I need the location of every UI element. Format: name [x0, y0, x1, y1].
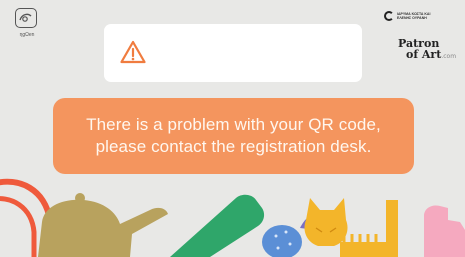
sponsor-top-line-2: ΕΛΕΝΗΣ ΟΥΡΑΝΗ: [397, 16, 427, 20]
warning-triangle-icon: [120, 40, 146, 64]
error-message-line-2: please contact the registration desk.: [95, 137, 372, 156]
olive-teapot-knob: [75, 193, 85, 203]
app-logo-caption: ηgΩen: [19, 32, 35, 38]
patron-logo-line-2-text: of Art: [406, 48, 442, 61]
qr-error-screen: ηgΩen There is a problem with your QR co…: [0, 0, 465, 257]
error-message-banner: There is a problem with your QR code, pl…: [53, 98, 414, 174]
patron-logo-domain: .com: [441, 53, 457, 60]
orange-arc-shape: [0, 196, 37, 257]
decorative-illustration: [0, 178, 465, 257]
sponsor-mark-icon: [384, 11, 394, 21]
error-message-line-1: There is a problem with your QR code,: [86, 115, 381, 134]
patron-logo-line-2: of Art.com: [398, 49, 460, 62]
sponsor-logo-top: ΙΔΡΥΜΑ ΚΩΣΤΑ ΚΑΙ ΕΛΕΝΗΣ ΟΥΡΑΝΗ: [384, 10, 456, 28]
yellow-cat-shape: [304, 198, 348, 246]
patron-of-art-logo: Patron of Art.com: [398, 38, 460, 62]
green-leaf-shape: [170, 194, 265, 257]
pink-vase-shape: [424, 205, 465, 257]
blue-fish-shape: [262, 225, 302, 257]
app-logo: ηgΩen: [12, 8, 42, 44]
alert-box: [104, 24, 362, 82]
qr-scanner-logo-icon: [15, 8, 37, 28]
olive-teapot-shape: [38, 199, 168, 257]
